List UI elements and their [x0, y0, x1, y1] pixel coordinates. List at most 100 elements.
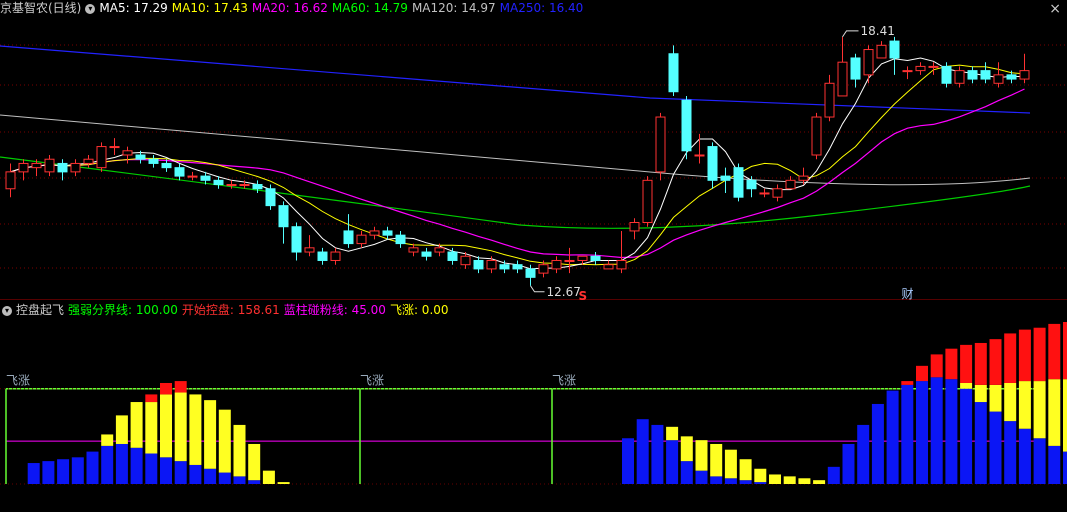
candle: [109, 138, 120, 155]
candle: [421, 247, 432, 261]
sell-marker: S: [579, 289, 588, 300]
red-segment: [960, 344, 973, 383]
indicator-bar: [871, 403, 884, 484]
candle-body: [44, 158, 55, 173]
red-segment: [1063, 322, 1067, 380]
blue-segment: [724, 478, 737, 484]
candle-body: [83, 158, 94, 164]
indicator-name[interactable]: 控盘起飞: [16, 303, 64, 317]
candle: [720, 167, 731, 193]
blue-segment: [651, 424, 664, 484]
candle-body: [57, 162, 68, 173]
candle-body: [1019, 70, 1030, 80]
red-segment: [1048, 323, 1061, 380]
candle: [122, 146, 133, 164]
candle-body: [252, 184, 263, 190]
yellow-segment: [189, 394, 202, 465]
indicator-chart[interactable]: 飞涨 飞涨 飞涨: [0, 318, 1067, 512]
candle-body: [889, 40, 900, 59]
candle: [356, 230, 367, 248]
candle: [993, 62, 1004, 88]
indicator-legend-item-0: 强弱分界线: 100.00: [68, 303, 178, 317]
high-label: 18.41: [861, 24, 895, 38]
candle-body: [382, 230, 393, 236]
candle-body: [200, 175, 211, 181]
candle-body: [681, 99, 692, 152]
candle: [980, 62, 991, 84]
blue-segment: [666, 440, 679, 484]
candlestick-chart[interactable]: 18.41 12.67S 财: [0, 0, 1067, 300]
candle: [304, 235, 315, 257]
blue-segment: [871, 403, 884, 484]
red-segment: [901, 381, 914, 385]
candle-body: [525, 268, 536, 278]
indicator-bar: [622, 438, 634, 484]
candle: [564, 247, 575, 274]
candle-body: [863, 49, 874, 76]
indicator-bar: [930, 354, 943, 484]
blue-segment: [233, 476, 246, 484]
yellow-segment: [813, 480, 826, 484]
candle: [772, 184, 783, 202]
red-segment: [160, 382, 172, 395]
blue-segment: [857, 424, 870, 484]
candle-body: [655, 116, 666, 173]
candle: [681, 95, 692, 160]
candle-body: [395, 234, 406, 245]
indicator-bar: [1063, 322, 1067, 484]
blue-segment: [189, 464, 202, 484]
red-segment: [1004, 333, 1017, 383]
yellow-segment: [233, 424, 246, 477]
candle-body: [733, 167, 744, 198]
candle-body: [915, 65, 926, 72]
candle: [824, 74, 835, 122]
yellow-segment: [974, 384, 987, 403]
indicator-bar: [130, 402, 143, 484]
candle-body: [460, 255, 471, 266]
candle-body: [785, 179, 796, 190]
indicator-bar: [680, 436, 693, 484]
indicator-bar: [101, 434, 114, 484]
candle: [759, 188, 770, 198]
indicator-bar: [695, 440, 708, 484]
indicator-bar: [827, 466, 840, 484]
candle-body: [5, 171, 16, 190]
candle: [70, 159, 81, 177]
candle-body: [707, 146, 718, 181]
indicator-bar: [813, 480, 826, 484]
red-segment: [1018, 329, 1031, 382]
candle: [551, 256, 562, 274]
candle: [941, 62, 952, 88]
blue-segment: [27, 463, 40, 484]
blue-segment: [754, 482, 767, 484]
candle: [291, 222, 302, 261]
indicator-bar: [886, 390, 899, 484]
candle-body: [447, 251, 458, 261]
candle-body: [1006, 74, 1017, 80]
yellow-segment: [101, 434, 114, 446]
candle: [902, 66, 913, 80]
candle-body: [408, 247, 419, 253]
blue-segment: [160, 457, 172, 484]
red-segment: [989, 339, 1002, 385]
indicator-menu-icon[interactable]: ▾: [2, 305, 12, 316]
yellow-segment: [989, 384, 1002, 412]
indicator-bar: [989, 339, 1002, 484]
candle-body: [187, 175, 198, 178]
yellow-segment: [1018, 381, 1031, 429]
blue-segment: [930, 377, 943, 484]
candle-body: [473, 259, 484, 270]
candle: [915, 62, 926, 75]
blue-segment: [86, 451, 99, 484]
blue-segment: [1048, 445, 1061, 484]
yellow-segment: [204, 400, 217, 469]
low-label: 12.67: [547, 285, 581, 299]
indicator-bar: [1018, 329, 1031, 484]
indicator-bar: [277, 482, 290, 484]
yellow-segment: [695, 440, 708, 471]
candle: [837, 36, 848, 97]
candle-body: [291, 226, 302, 253]
candle-body: [668, 53, 679, 93]
blue-segment: [916, 381, 928, 484]
candle: [876, 41, 887, 59]
